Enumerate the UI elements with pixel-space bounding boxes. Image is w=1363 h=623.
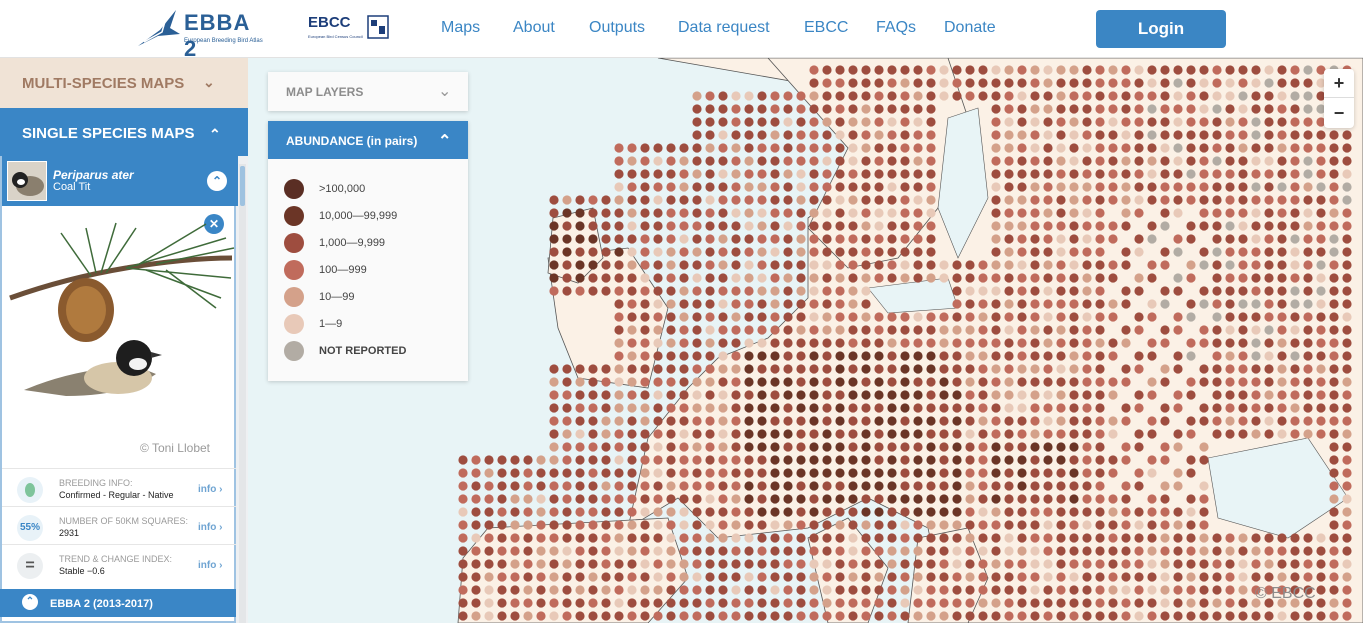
- legend-label: NOT REPORTED: [319, 345, 407, 357]
- legend-label: 1,000—9,999: [319, 237, 386, 249]
- sidebar-scrollbar-thumb[interactable]: [240, 166, 245, 206]
- ebba2-logo[interactable]: EBBA 2 European Breeding Bird Atlas: [136, 6, 266, 61]
- ebcc-logo-subtitle: European Bird Census Council: [308, 34, 363, 39]
- nav-outputs[interactable]: Outputs: [589, 19, 645, 37]
- legend-swatch: [284, 260, 304, 280]
- legend-swatch: [284, 341, 304, 361]
- photo-credit: © Toni Llobet: [140, 441, 211, 455]
- legend-label: 10—99: [319, 291, 355, 303]
- bird-logo-icon: [138, 10, 180, 46]
- legend-item: 10,000—99,999: [284, 206, 464, 226]
- map-attribution: © EBCC: [1255, 585, 1316, 602]
- single-species-maps-label: SINGLE SPECIES MAPS: [22, 125, 195, 142]
- sidebar-scrollbar[interactable]: [239, 164, 246, 623]
- species-thumbnail: [7, 161, 47, 201]
- breeding-info-label: BREEDING INFO:: [59, 478, 133, 488]
- trend-info-label: TREND & CHANGE INDEX:: [59, 554, 173, 564]
- chevron-up-icon: ⌃: [438, 133, 452, 150]
- species-panel: Periparus ater Coal Tit ⌃ ✕ © Toni Llobe…: [0, 156, 238, 623]
- legend-item: 10—99: [284, 287, 464, 307]
- ebcc-emblem-icon: [367, 15, 389, 39]
- squares-info-row: 55% NUMBER OF 50KM SQUARES: 2931 info ›: [2, 506, 236, 544]
- zoom-in-button[interactable]: +: [1324, 69, 1354, 98]
- percent-badge: 55%: [17, 515, 43, 541]
- single-species-maps-header[interactable]: SINGLE SPECIES MAPS ⌃: [0, 108, 248, 156]
- nav-data-request[interactable]: Data request: [678, 19, 770, 37]
- squares-info-value: 2931: [59, 528, 80, 538]
- species-latin-name: Periparus ater: [53, 168, 134, 182]
- nav-ebcc[interactable]: EBCC: [804, 19, 848, 37]
- egg-icon: [17, 477, 43, 503]
- legend-title: ABUNDANCE (in pairs): [286, 134, 418, 148]
- species-illustration: [9, 222, 235, 396]
- nav-about[interactable]: About: [513, 19, 555, 37]
- map-layers-label: MAP LAYERS: [286, 85, 364, 99]
- squares-info-label: NUMBER OF 50KM SQUARES:: [59, 516, 189, 526]
- chevron-up-icon: ⌃: [22, 594, 38, 610]
- multi-species-maps-label: MULTI-SPECIES MAPS: [22, 75, 185, 92]
- zoom-out-button[interactable]: −: [1324, 99, 1354, 128]
- logo-title: EBBA 2: [184, 10, 250, 61]
- sidebar: MULTI-SPECIES MAPS ⌄ SINGLE SPECIES MAPS…: [0, 58, 248, 623]
- legend-swatch: [284, 233, 304, 253]
- map-layers-panel[interactable]: MAP LAYERS ⌄: [268, 72, 468, 111]
- nav-faqs[interactable]: FAQs: [876, 19, 916, 37]
- atlas-period-bar[interactable]: ⌃ EBBA 2 (2013-2017): [0, 589, 236, 617]
- legend-swatch: [284, 206, 304, 226]
- species-common-name: Coal Tit: [53, 181, 91, 193]
- legend-item: 100—999: [284, 260, 464, 280]
- legend-label: 10,000—99,999: [319, 210, 398, 222]
- atlas-period-label: EBBA 2 (2013-2017): [50, 598, 153, 610]
- legend-label: 100—999: [319, 264, 367, 276]
- abundance-legend: ABUNDANCE (in pairs) ⌃ >100,000 10,000—99…: [268, 121, 468, 381]
- nav-donate[interactable]: Donate: [944, 19, 996, 37]
- breeding-info-value: Confirmed - Regular - Native: [59, 490, 174, 500]
- logo-subtitle: European Breeding Bird Atlas: [184, 38, 263, 44]
- legend-swatch: [284, 179, 304, 199]
- login-button[interactable]: Login: [1096, 10, 1226, 48]
- trend-info-value: Stable −0.6: [59, 566, 105, 576]
- chevron-down-icon: ⌄: [203, 74, 215, 90]
- breeding-info-link[interactable]: info ›: [198, 484, 222, 495]
- species-header[interactable]: Periparus ater Coal Tit ⌃: [2, 156, 238, 206]
- legend-swatch: [284, 314, 304, 334]
- legend-label: >100,000: [319, 183, 366, 195]
- legend-item: NOT REPORTED: [284, 341, 464, 361]
- trend-info-link[interactable]: info ›: [198, 560, 222, 571]
- nav-maps[interactable]: Maps: [441, 19, 480, 37]
- legend-item: 1—9: [284, 314, 464, 334]
- legend-swatch: [284, 287, 304, 307]
- top-navigation-bar: EBBA 2 European Breeding Bird Atlas EBCC…: [0, 0, 1363, 61]
- ebcc-logo[interactable]: EBCC European Bird Census Council: [308, 10, 392, 48]
- chevron-up-icon: ⌃: [209, 126, 221, 142]
- zoom-control: + −: [1324, 69, 1354, 128]
- trend-info-row: = TREND & CHANGE INDEX: Stable −0.6 info…: [2, 544, 236, 582]
- breeding-info-row: BREEDING INFO: Confirmed - Regular - Nat…: [2, 468, 236, 506]
- chevron-down-icon: ⌄: [438, 83, 452, 100]
- legend-item: >100,000: [284, 179, 464, 199]
- collapse-species-button[interactable]: ⌃: [207, 171, 227, 191]
- multi-species-maps-header[interactable]: MULTI-SPECIES MAPS ⌄: [0, 58, 248, 108]
- squares-info-link[interactable]: info ›: [198, 522, 222, 533]
- equals-icon: =: [17, 553, 43, 579]
- legend-label: 1—9: [319, 318, 343, 330]
- ebcc-logo-title: EBCC: [308, 14, 351, 31]
- legend-header[interactable]: ABUNDANCE (in pairs) ⌃: [268, 121, 468, 159]
- legend-item: 1,000—9,999: [284, 233, 464, 253]
